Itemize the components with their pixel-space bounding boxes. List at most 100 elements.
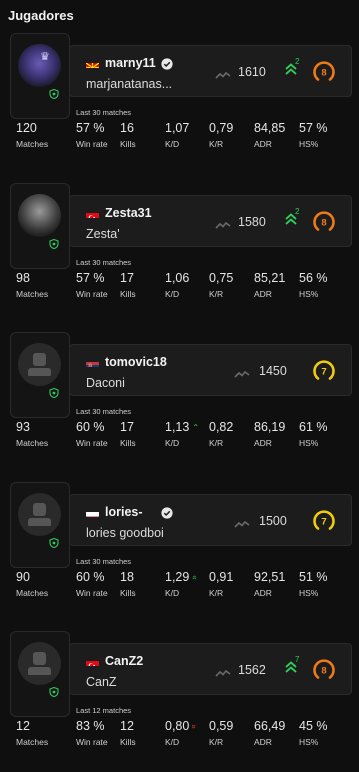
stat-win-rate-label: Win rate: [76, 737, 108, 747]
player-info[interactable]: Zesta31 Zesta' 1580 2 8: [69, 195, 352, 247]
stat-matches-label: Matches: [16, 289, 49, 299]
stat-kr-value: 0,91: [209, 570, 233, 584]
stat-win-rate-label: Win rate: [76, 289, 108, 299]
verified-icon: [161, 57, 173, 70]
stat-adr-value: 84,85: [254, 121, 285, 135]
player-card[interactable]: tomovic18 Daconi 1450 7 Last 30 matches 93 Mat…: [0, 332, 359, 450]
crown-icon: ♛: [40, 51, 50, 63]
kd-double-up-icon: »: [190, 575, 200, 580]
stat-kills-text: 17: [120, 420, 134, 434]
player-card[interactable]: CanZ2 CanZ 1562 7 8 Last 12 matches 12 Matches 8…: [0, 631, 359, 749]
stat-win-rate-text: 57 %: [76, 271, 105, 285]
player-nickname[interactable]: tomovic18: [105, 355, 167, 369]
stat-matches-value: 12: [16, 719, 30, 733]
shield-icon: [49, 535, 59, 549]
stat-win-rate-text: 83 %: [76, 719, 105, 733]
stat-adr-text: 84,85: [254, 121, 286, 135]
stat-hs-text: 51 %: [299, 570, 328, 584]
player-nickname[interactable]: CanZ2: [105, 654, 143, 668]
avatar[interactable]: [18, 343, 61, 386]
flag-icon: [86, 657, 99, 666]
skill-level-icon: 7: [311, 358, 337, 384]
avatar[interactable]: ♛: [18, 44, 61, 87]
avatar-box[interactable]: [10, 631, 70, 717]
stat-hs-value: 51 %: [299, 570, 328, 584]
stat-kr-text: 0,75: [209, 271, 234, 285]
stat-win-rate-text: 57 %: [76, 121, 105, 135]
stat-matches-text: 120: [16, 121, 37, 135]
stat-kd-label: K/D: [165, 289, 180, 299]
avatar[interactable]: [18, 493, 61, 536]
elo-value: 1562: [238, 663, 266, 677]
stat-adr-value: 86,19: [254, 420, 285, 434]
player-nickname[interactable]: marny11: [105, 56, 156, 70]
elo-trend-icon: [234, 366, 250, 378]
stat-hs-text: 57 %: [299, 121, 328, 135]
stat-adr-value: 66,49: [254, 719, 285, 733]
flag-icon: [86, 358, 99, 367]
avatar-box[interactable]: ♛: [10, 33, 70, 119]
stat-adr-text: 92,51: [254, 570, 286, 584]
player-nickname[interactable]: Zesta31: [105, 206, 152, 220]
avatar-box[interactable]: [10, 183, 70, 269]
skill-level-icon: 7: [311, 508, 337, 534]
stat-kd-text: 1,07: [165, 121, 190, 135]
stat-matches-text: 12: [16, 719, 30, 733]
stat-kd-text: 0,80: [165, 719, 190, 733]
stats-period: Last 30 matches: [76, 557, 132, 566]
player-nickname[interactable]: lories-: [105, 505, 143, 519]
player-info[interactable]: lories-lories goodboi 1500 7: [69, 494, 352, 546]
stat-win-rate-label: Win rate: [76, 588, 108, 598]
rank-change: 7: [295, 655, 300, 664]
stat-kr-label: K/R: [209, 737, 224, 747]
player-card[interactable]: Zesta31 Zesta' 1580 2 8 Last 30 matches 98 Matc…: [0, 183, 359, 301]
player-name: lories goodboi: [86, 526, 164, 540]
shield-icon: [49, 385, 59, 399]
shield-icon: [49, 236, 59, 250]
stat-kd-value: 1,13 ⌃: [165, 420, 199, 434]
avatar-box[interactable]: [10, 332, 70, 418]
player-name: marjanatanas...: [86, 77, 173, 91]
stat-kills-label: Kills: [120, 588, 136, 598]
stat-win-rate-value: 60 %: [76, 570, 105, 584]
stat-kr-value: 0,82: [209, 420, 233, 434]
stat-win-rate-text: 60 %: [76, 420, 105, 434]
stat-kills-label: Kills: [120, 737, 136, 747]
stat-kills-label: Kills: [120, 438, 136, 448]
stat-adr-text: 66,49: [254, 719, 286, 733]
stat-matches-label: Matches: [16, 438, 49, 448]
player-info[interactable]: marny11 marjanatanas... 1610 2 8: [69, 45, 352, 97]
svg-text:7: 7: [321, 367, 326, 378]
svg-text:7: 7: [321, 517, 326, 528]
stat-kd-value: 1,07: [165, 121, 189, 135]
stat-hs-label: HS%: [299, 737, 319, 747]
avatar[interactable]: [18, 642, 61, 685]
stat-kr-value: 0,59: [209, 719, 233, 733]
stat-kd-label: K/D: [165, 588, 180, 598]
stat-kr-text: 0,82: [209, 420, 234, 434]
player-card[interactable]: lories-lories goodboi 1500 7 Last 30 matche…: [0, 482, 359, 600]
stat-hs-label: HS%: [299, 438, 319, 448]
player-card[interactable]: ♛ marny11 marjanatanas... 1610 2 8 Last 30 mat…: [0, 33, 359, 151]
avatar[interactable]: [18, 194, 61, 237]
player-info[interactable]: CanZ2 CanZ 1562 7 8: [69, 643, 352, 695]
stat-matches-label: Matches: [16, 139, 49, 149]
stat-hs-text: 56 %: [299, 271, 328, 285]
stat-kr-value: 0,75: [209, 271, 233, 285]
stat-hs-label: HS%: [299, 289, 319, 299]
stat-kr-label: K/R: [209, 289, 224, 299]
stat-kr-label: K/R: [209, 438, 224, 448]
stats-period: Last 30 matches: [76, 407, 132, 416]
rank-change: 2: [295, 57, 300, 66]
rank-change: 2: [295, 207, 300, 216]
flag-icon: [86, 508, 99, 517]
stat-kd-text: 1,29: [165, 570, 190, 584]
elo-value: 1500: [259, 514, 287, 528]
stat-kills-value: 12: [120, 719, 134, 733]
stat-adr-text: 85,21: [254, 271, 286, 285]
player-info[interactable]: tomovic18 Daconi 1450 7: [69, 344, 352, 396]
kd-up-icon: ⌃: [192, 423, 200, 432]
stat-matches-label: Matches: [16, 737, 49, 747]
avatar-box[interactable]: [10, 482, 70, 568]
elo-trend-icon: [234, 516, 250, 528]
